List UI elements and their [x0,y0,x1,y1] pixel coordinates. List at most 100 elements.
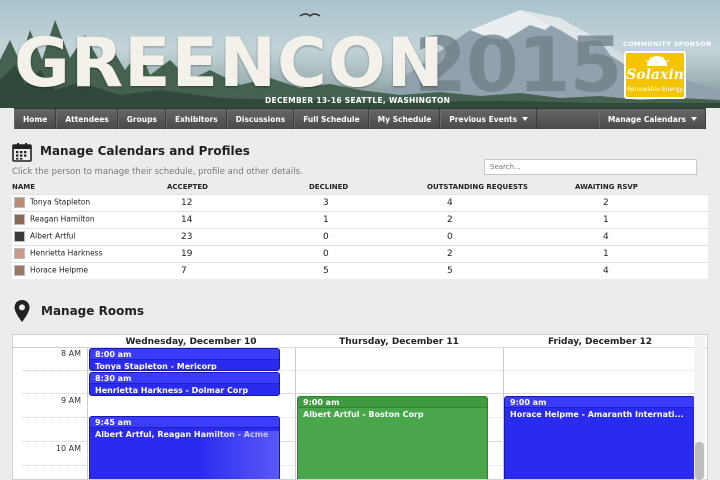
awaiting-count: 1 [575,244,708,262]
event-time: 9:00 am [298,397,487,408]
table-row[interactable]: Albert Artful 23 0 0 4 [12,227,708,245]
person-cell[interactable]: Henrietta Harkness [12,244,167,262]
col-outstanding: OUTSTANDING REQUESTS [427,180,575,194]
event-albert-reagan-acme[interactable]: 9:45 am Albert Artful, Reagan Hamilton -… [89,416,280,479]
outstanding-count: 5 [427,261,575,279]
event-label: Henrietta Harkness - Dolmar Corp [95,386,249,395]
nav-my-schedule[interactable]: My Schedule [368,109,441,129]
time-label-10am: 10 AM [55,444,81,453]
event-time: 9:00 am [505,397,694,408]
profiles-subtitle: Click the person to manage their schedul… [12,167,303,177]
awaiting-count: 1 [575,210,708,228]
table-header: NAME ACCEPTED DECLINED OUTSTANDING REQUE… [12,180,708,194]
awaiting-count: 4 [575,227,708,245]
nav-home[interactable]: Home [14,109,57,129]
column-divider [295,347,296,479]
avatar [14,248,25,259]
time-gutter-line [23,393,87,394]
event-henrietta-harkness[interactable]: 8:30 am Henrietta Harkness - Dolmar Corp [89,372,280,396]
person-name: Tonya Stapleton [30,197,91,207]
event-albert-boston-corp[interactable]: 9:00 am Albert Artful - Boston Corp [297,396,488,479]
time-gutter-line [23,465,87,466]
rooms-title: Manage Rooms [41,304,144,318]
event-tonya-stapleton[interactable]: 8:00 am Tonya Stapleton - Mericorp [89,348,280,371]
accepted-count: 12 [167,193,309,211]
time-gutter-line [23,441,87,442]
time-gutter-line [23,347,87,348]
time-gutter-line [23,417,87,418]
event-banner: 2015 GREENCON DECEMBER 13-16 SEATTLE, WA… [0,0,720,108]
event-time: 9:45 am [90,417,279,428]
map-pin-icon [14,300,30,322]
sponsor-logo[interactable]: Solaxin Renewable Energy [624,51,686,99]
col-name: NAME [12,180,167,194]
table-row[interactable]: Henrietta Harkness 19 0 2 1 [12,244,708,262]
outstanding-count: 4 [427,193,575,211]
caret-down-icon [522,117,529,121]
event-time: 8:30 am [90,373,279,384]
col-declined: DECLINED [309,180,427,194]
sponsor-tagline: Renewable Energy [627,86,683,93]
event-shading [199,431,279,479]
event-dates: DECEMBER 13-16 SEATTLE, WASHINGTON [265,96,451,105]
accepted-count: 23 [167,227,309,245]
event-label: Albert Artful - Boston Corp [303,410,424,419]
accepted-count: 7 [167,261,309,279]
event-title: GREENCON [14,24,445,103]
nav-attendees[interactable]: Attendees [56,109,118,129]
declined-count: 3 [309,193,427,211]
sun-icon [644,56,670,66]
sponsor-name: Solaxin [626,67,684,83]
person-cell[interactable]: Tonya Stapleton [12,193,167,211]
nav-manage-calendars[interactable]: Manage Calendars [598,109,706,129]
day-header-friday: Friday, December 12 [547,337,653,347]
avatar [14,197,25,208]
awaiting-count: 4 [575,261,708,279]
person-name: Horace Helpme [30,265,89,275]
event-label: Horace Helpme - Amaranth Internati... [510,410,684,419]
nav-groups[interactable]: Groups [117,109,166,129]
table-row[interactable]: Reagan Hamilton 14 1 2 1 [12,210,708,228]
avatar [14,231,25,242]
table-row[interactable]: Horace Helpme 7 5 5 4 [12,261,708,279]
day-header-wednesday: Wednesday, December 10 [125,337,257,347]
declined-count: 0 [309,227,427,245]
profiles-title: Manage Calendars and Profiles [40,144,250,158]
outstanding-count: 2 [427,210,575,228]
declined-count: 5 [309,261,427,279]
nav-previous-events-label: Previous Events [449,114,518,124]
avatar [14,214,25,225]
time-label-9am: 9 AM [60,396,81,405]
col-accepted: ACCEPTED [167,180,309,194]
accepted-count: 14 [167,210,309,228]
nav-manage-calendars-label: Manage Calendars [607,114,686,124]
person-name: Albert Artful [30,231,76,241]
event-horace-amaranth[interactable]: 9:00 am Horace Helpme - Amaranth Interna… [504,396,695,479]
calendar-icon [12,143,32,162]
nav-exhibitors[interactable]: Exhibitors [165,109,227,129]
nav-full-schedule[interactable]: Full Schedule [294,109,369,129]
person-name: Henrietta Harkness [30,248,103,258]
accepted-count: 19 [167,244,309,262]
day-header-thursday: Thursday, December 11 [339,337,459,347]
profiles-table: NAME ACCEPTED DECLINED OUTSTANDING REQUE… [12,180,708,279]
event-year: 2015 [414,20,623,108]
declined-count: 1 [309,210,427,228]
schedule-scrollbar[interactable] [695,442,704,480]
table-row[interactable]: Tonya Stapleton 12 3 4 2 [12,193,708,211]
person-name: Reagan Hamilton [30,214,95,224]
nav-previous-events[interactable]: Previous Events [440,109,538,129]
caret-down-icon [691,117,697,121]
nav-spacer [537,109,599,129]
declined-count: 0 [309,244,427,262]
person-cell[interactable]: Reagan Hamilton [12,210,167,228]
col-awaiting: AWAITING RSVP [575,180,708,194]
nav-discussions[interactable]: Discussions [226,109,295,129]
person-cell[interactable]: Albert Artful [12,227,167,245]
search-input[interactable] [484,159,697,175]
event-label: Tonya Stapleton - Mericorp [95,362,217,371]
main-nav: Home Attendees Groups Exhibitors Discuss… [14,108,706,129]
person-cell[interactable]: Horace Helpme [12,261,167,279]
time-gutter-line [23,370,87,371]
column-divider [87,347,88,479]
